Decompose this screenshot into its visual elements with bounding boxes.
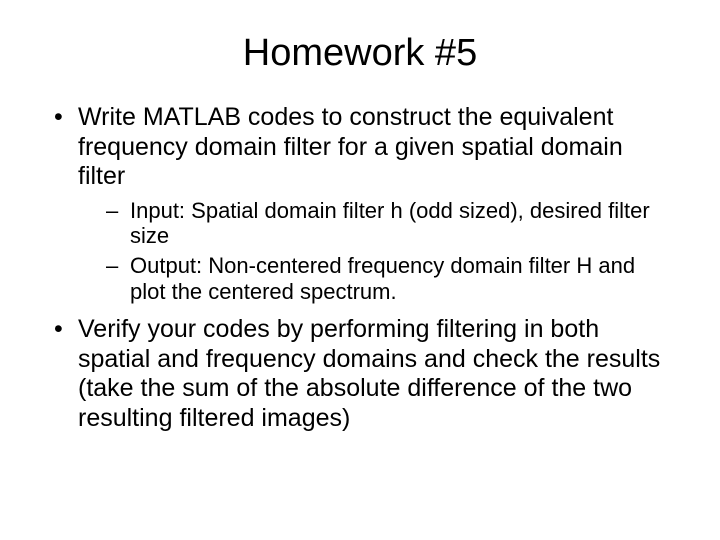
bullet-text: Verify your codes by performing filterin… <box>78 315 660 432</box>
bullet-text: Write MATLAB codes to construct the equi… <box>78 103 623 190</box>
bullet-list: Write MATLAB codes to construct the equi… <box>48 103 672 433</box>
sub-item: Output: Non-centered frequency domain fi… <box>78 253 672 305</box>
list-item: Verify your codes by performing filterin… <box>48 315 672 433</box>
list-item: Write MATLAB codes to construct the equi… <box>48 103 672 305</box>
slide: Homework #5 Write MATLAB codes to constr… <box>0 0 720 540</box>
sub-list: Input: Spatial domain filter h (odd size… <box>78 198 672 306</box>
slide-title: Homework #5 <box>48 32 672 75</box>
sub-item: Input: Spatial domain filter h (odd size… <box>78 198 672 250</box>
